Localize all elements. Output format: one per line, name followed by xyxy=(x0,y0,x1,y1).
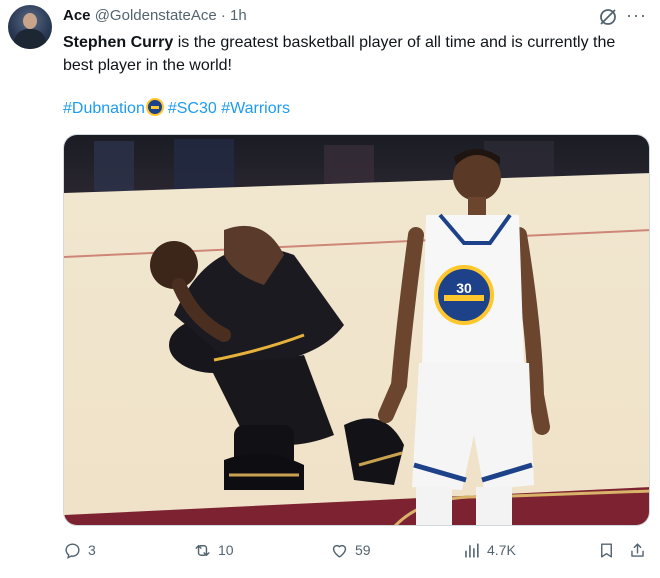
reply-icon xyxy=(65,542,80,559)
tweet-text-bold: Stephen Curry xyxy=(63,34,174,51)
like-button[interactable]: 59 xyxy=(330,535,371,565)
hashtag-sc30[interactable]: #SC30 xyxy=(168,100,217,117)
repost-button[interactable]: 10 xyxy=(193,535,234,565)
tweet-time[interactable]: 1h xyxy=(230,7,247,24)
like-count: 59 xyxy=(355,542,371,558)
bookmark-icon xyxy=(601,542,612,558)
more-options-icon[interactable]: ··· xyxy=(626,5,647,26)
views-button[interactable]: 4.7K xyxy=(462,535,516,565)
share-button[interactable] xyxy=(628,535,647,565)
repost-count: 10 xyxy=(218,542,234,558)
hashtag-dubnation[interactable]: #Dubnation xyxy=(63,100,145,117)
separator-dot: · xyxy=(220,7,226,24)
svg-text:30: 30 xyxy=(456,280,472,296)
bookmark-button[interactable] xyxy=(597,535,616,565)
repost-icon xyxy=(195,544,210,556)
tweet-actions: 3 10 59 4.7K xyxy=(0,535,660,565)
author-handle[interactable]: @GoldenstateAce xyxy=(95,7,217,24)
author-name[interactable]: Ace xyxy=(63,7,91,24)
grok-icon[interactable] xyxy=(598,7,618,27)
tweet-header: Ace @GoldenstateAce · 1h xyxy=(63,6,247,26)
tweet-text: Stephen Curry is the greatest basketball… xyxy=(63,31,648,77)
author-avatar[interactable] xyxy=(8,5,52,49)
hashtags: #Dubnation #SC30 #Warriors xyxy=(63,97,290,120)
reply-button[interactable]: 3 xyxy=(63,535,96,565)
avatar-body xyxy=(14,29,46,49)
views-chart-icon xyxy=(465,542,479,558)
hashtag-warriors[interactable]: #Warriors xyxy=(221,100,290,117)
basketball-photo-icon: 30 xyxy=(64,135,649,525)
heart-icon xyxy=(332,544,347,558)
views-count: 4.7K xyxy=(487,542,516,558)
avatar-head xyxy=(23,13,37,29)
reply-count: 3 xyxy=(88,542,96,558)
tweet-photo[interactable]: 30 xyxy=(63,134,650,526)
warriors-logo-emoji-icon xyxy=(145,98,164,116)
share-icon xyxy=(631,542,644,557)
